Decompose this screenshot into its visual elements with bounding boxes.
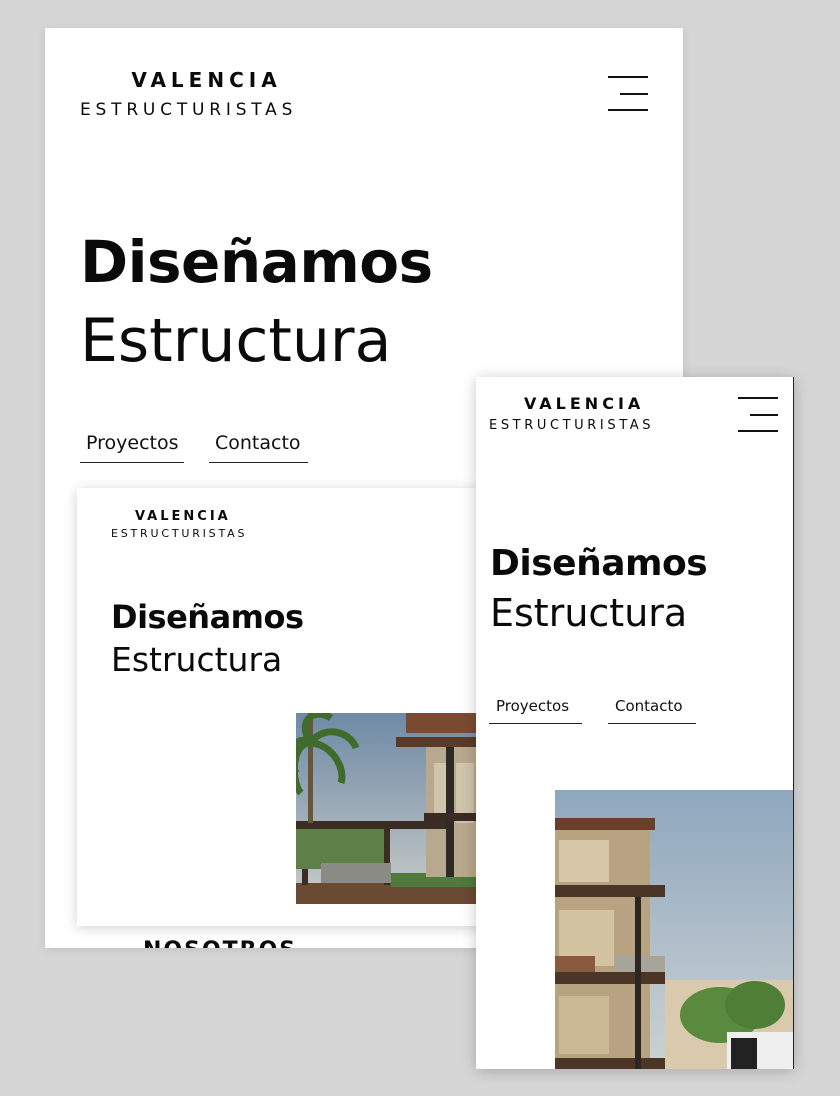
brand-name-top[interactable]: VALENCIA	[135, 509, 231, 524]
hero-headline-regular: Estructura	[111, 640, 283, 679]
brand-name-top[interactable]: VALENCIA	[524, 394, 644, 413]
nav-link-contact-underline	[608, 723, 696, 724]
nav-link-contact-underline	[209, 462, 308, 463]
hero-headline-bold: Diseñamos	[111, 598, 304, 636]
hero-building-photo	[296, 713, 497, 904]
hero-building-photo	[555, 790, 793, 1069]
brand-name-bottom[interactable]: ESTRUCTURISTAS	[111, 527, 247, 540]
nav-link-contact[interactable]: Contacto	[215, 432, 301, 454]
nav-link-projects[interactable]: Proyectos	[86, 432, 179, 454]
brand-name-top[interactable]: VALENCIA	[125, 68, 288, 92]
hero-headline-bold: Diseñamos	[80, 228, 433, 296]
nav-link-projects[interactable]: Proyectos	[496, 697, 569, 715]
hamburger-menu-icon[interactable]	[738, 397, 778, 433]
brand-name-bottom[interactable]: ESTRUCTURISTAS	[489, 418, 654, 433]
hero-headline-bold: Diseñamos	[490, 543, 708, 584]
hero-headline-regular: Estructura	[490, 591, 688, 635]
nav-link-contact[interactable]: Contacto	[615, 697, 683, 715]
page-frame-mobile: VALENCIA ESTRUCTURISTAS Diseñamos Estruc…	[476, 377, 794, 1069]
nav-link-projects-underline	[80, 462, 184, 463]
page-frame-medium: VALENCIA ESTRUCTURISTAS Diseñamos Estruc…	[77, 488, 497, 926]
hamburger-menu-icon[interactable]	[608, 76, 648, 112]
section-heading-about: NOSOTROS	[143, 938, 297, 948]
hero-headline-regular: Estructura	[80, 306, 392, 376]
nav-link-projects-underline	[489, 723, 582, 724]
brand-name-bottom[interactable]: ESTRUCTURISTAS	[80, 100, 297, 120]
